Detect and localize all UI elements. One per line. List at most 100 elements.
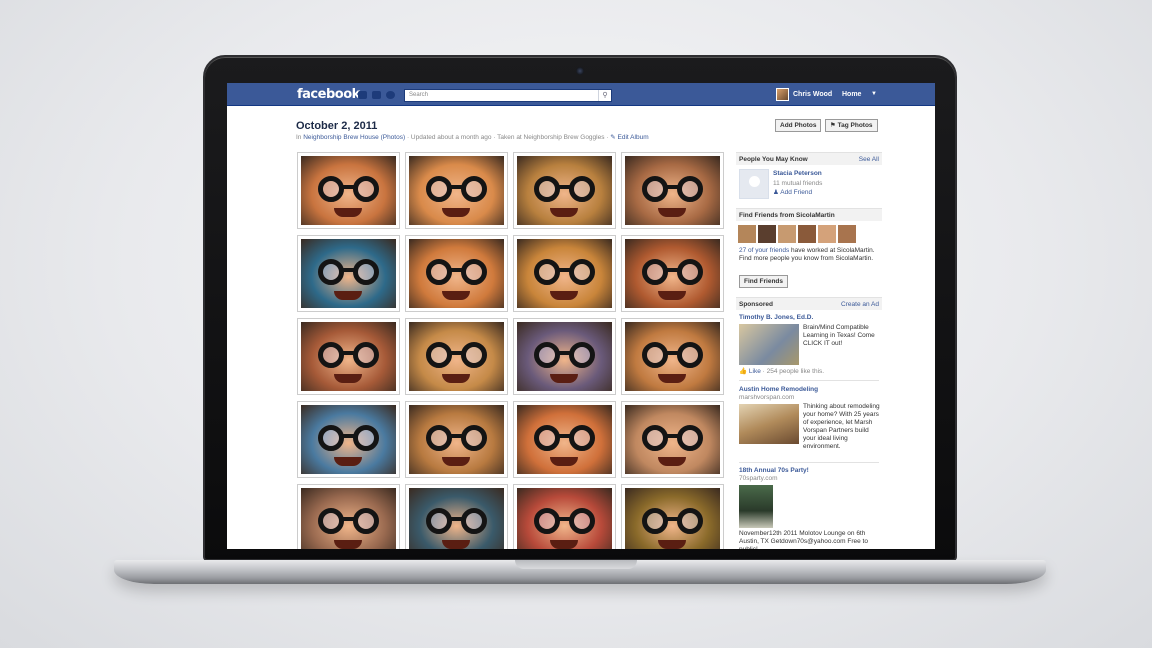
smile [550, 291, 578, 300]
goggle-lens [677, 508, 703, 534]
goggle-bridge [342, 351, 355, 355]
goggle-bridge [450, 268, 463, 272]
photo-thumbnail[interactable] [405, 318, 508, 395]
goggle-lens [534, 176, 560, 202]
meta-rest: · Updated about a month ago · Taken at N… [405, 134, 611, 141]
photo-thumbnail[interactable] [405, 484, 508, 549]
photo-image [409, 405, 504, 474]
friend-thumb[interactable] [818, 225, 836, 243]
goggle-bridge [450, 434, 463, 438]
facebook-logo[interactable]: facebook [297, 87, 360, 102]
goggle-bridge [666, 268, 679, 272]
friend-thumb[interactable] [738, 225, 756, 243]
photo-image [301, 488, 396, 549]
add-photos-button[interactable]: Add Photos [775, 119, 822, 132]
sponsored-header: Sponsored Create an Ad [736, 297, 882, 310]
profile-link[interactable]: Chris Wood [793, 91, 832, 98]
friend-requests-icon[interactable] [358, 91, 367, 99]
photo-thumbnail[interactable] [297, 152, 400, 229]
home-link[interactable]: Home [842, 91, 861, 98]
goggle-lens [461, 342, 487, 368]
photo-thumbnail[interactable] [297, 235, 400, 312]
friend-thumb[interactable] [778, 225, 796, 243]
photo-thumbnail[interactable] [513, 484, 616, 549]
photo-image [409, 156, 504, 225]
goggle-lens [318, 342, 344, 368]
goggle-bridge [342, 185, 355, 189]
goggle-lens [534, 259, 560, 285]
avatar[interactable] [739, 169, 769, 199]
photo-thumbnail[interactable] [621, 318, 724, 395]
ad-title[interactable]: Austin Home Remodeling [739, 386, 818, 394]
goggle-lens [461, 176, 487, 202]
photo-image [301, 156, 396, 225]
photo-thumbnail[interactable] [513, 235, 616, 312]
photo-thumbnail[interactable] [621, 152, 724, 229]
goggle-bridge [666, 351, 679, 355]
search-input[interactable]: Search [404, 89, 612, 102]
friend-thumb[interactable] [798, 225, 816, 243]
pymk-name[interactable]: Stacia Peterson [773, 170, 822, 178]
photo-image [301, 322, 396, 391]
photo-thumbnail[interactable] [513, 318, 616, 395]
photo-thumbnail[interactable] [297, 401, 400, 478]
ad-likes-count: · 254 people like this. [760, 368, 825, 375]
divider [739, 462, 879, 463]
ad-title[interactable]: Timothy B. Jones, Ed.D. [739, 314, 813, 322]
goggle-lens [569, 425, 595, 451]
photos-link[interactable]: (Photos) [381, 134, 406, 141]
place-link[interactable]: Neighborship Brew House [303, 134, 379, 141]
goggle-bridge [450, 351, 463, 355]
goggle-lens [353, 342, 379, 368]
photo-thumbnail[interactable] [405, 401, 508, 478]
see-all-link[interactable]: See All [859, 156, 879, 163]
photo-thumbnail[interactable] [513, 152, 616, 229]
search-icon[interactable]: ⚲ [598, 90, 611, 101]
photo-image [625, 239, 720, 308]
ad-body: Brain/Mind Compatible Learning in Texas!… [803, 324, 875, 347]
ad-image[interactable] [739, 324, 799, 365]
notifications-icon[interactable] [386, 91, 395, 99]
account-menu-chevron-down-icon[interactable]: ▼ [871, 91, 877, 97]
friends-count-link[interactable]: 27 of your friends [739, 247, 789, 254]
ad-image[interactable] [739, 404, 799, 444]
photo-thumbnail[interactable] [297, 318, 400, 395]
find-friends-button[interactable]: Find Friends [739, 275, 788, 288]
ad-body: November12th 2011 Molotov Lounge on 6th … [739, 530, 868, 549]
photo-thumbnail[interactable] [621, 484, 724, 549]
ad-title[interactable]: 18th Annual 70s Party! [739, 467, 809, 475]
goggle-bridge [342, 434, 355, 438]
friend-thumb[interactable] [838, 225, 856, 243]
goggle-lens [318, 508, 344, 534]
goggle-lens [642, 508, 668, 534]
edit-album-link[interactable]: ✎ Edit Album [610, 134, 648, 141]
smile [334, 457, 362, 466]
friend-thumb[interactable] [758, 225, 776, 243]
photo-image [409, 239, 504, 308]
photo-thumbnail[interactable] [405, 235, 508, 312]
photo-thumbnail[interactable] [297, 484, 400, 549]
avatar[interactable] [776, 88, 789, 101]
divider [739, 380, 879, 381]
photo-thumbnail[interactable] [513, 401, 616, 478]
like-link[interactable]: 👍 Like [739, 368, 761, 375]
webcam [576, 67, 584, 75]
ad-image[interactable] [739, 485, 773, 528]
photo-thumbnail[interactable] [621, 235, 724, 312]
goggle-lens [642, 259, 668, 285]
goggle-lens [569, 259, 595, 285]
photo-thumbnail[interactable] [621, 401, 724, 478]
photo-thumbnail[interactable] [405, 152, 508, 229]
goggle-lens [677, 176, 703, 202]
smile [442, 374, 470, 383]
goggle-lens [426, 259, 452, 285]
tag-photos-button[interactable]: ⚑ Tag Photos [825, 119, 878, 132]
goggle-lens [677, 425, 703, 451]
pymk-mutual[interactable]: 11 mutual friends [773, 180, 822, 188]
create-ad-link[interactable]: Create an Ad [841, 301, 879, 308]
photo-image [517, 322, 612, 391]
goggle-bridge [558, 351, 571, 355]
messages-icon[interactable] [372, 91, 381, 99]
add-friend-link[interactable]: ♟ Add Friend [773, 189, 812, 197]
goggle-lens [642, 342, 668, 368]
